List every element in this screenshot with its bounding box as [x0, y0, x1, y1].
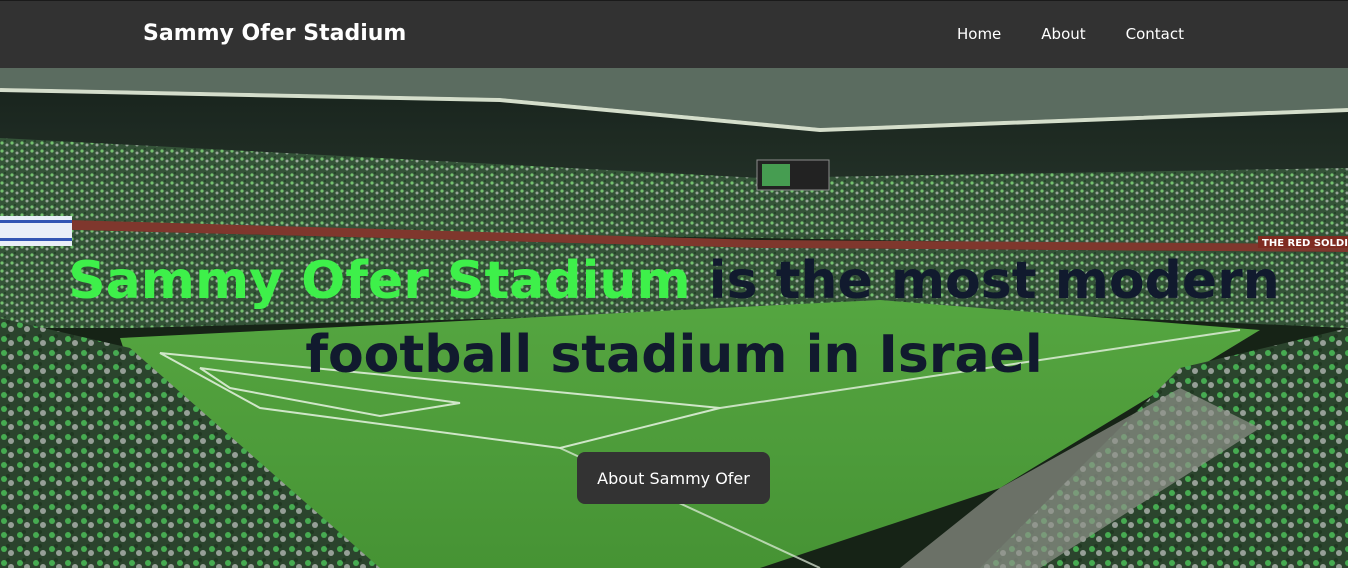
nav-links: Home About Contact — [917, 25, 1184, 43]
nav-link-contact[interactable]: Contact — [1126, 25, 1184, 43]
headline-accent: Sammy Ofer Stadium — [68, 251, 691, 311]
nav-link-about[interactable]: About — [1041, 25, 1085, 43]
hero-section: THE RED SOLDIE Sammy Ofer Stadium is the… — [0, 68, 1348, 568]
hero-headline: Sammy Ofer Stadium is the most modern fo… — [0, 244, 1348, 392]
navbar: Sammy Ofer Stadium Home About Contact — [0, 0, 1348, 68]
nav-link-home[interactable]: Home — [957, 25, 1001, 43]
page: Sammy Ofer Stadium Home About Contact TH… — [0, 0, 1348, 568]
brand-logo-link[interactable]: Sammy Ofer Stadium — [143, 21, 406, 46]
about-sammy-ofer-button[interactable]: About Sammy Ofer — [577, 452, 770, 504]
